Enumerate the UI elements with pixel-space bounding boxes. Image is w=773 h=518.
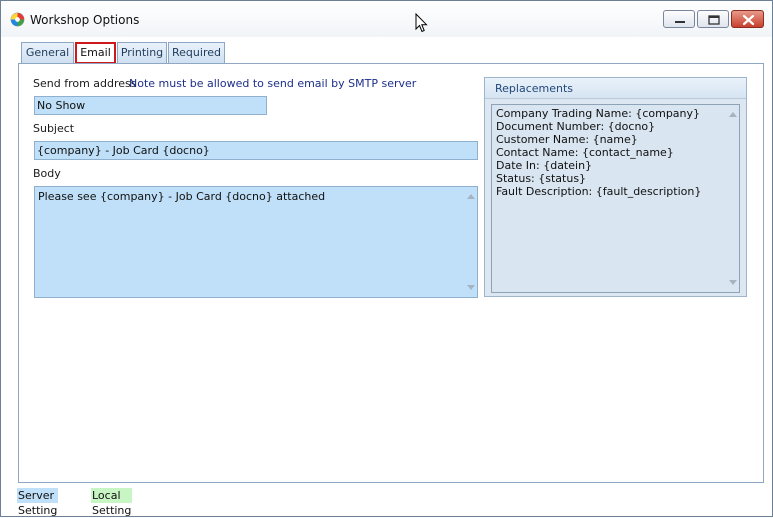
replacements-group: Replacements Company Trading Name: {comp… xyxy=(484,77,747,297)
replacement-line: Fault Description: {fault_description} xyxy=(496,185,702,198)
minimize-icon xyxy=(675,21,685,23)
mouse-cursor-icon xyxy=(415,13,428,33)
replacement-line: Customer Name: {name} xyxy=(496,133,638,146)
close-button[interactable] xyxy=(731,10,764,28)
body-text: Please see {company} - Job Card {docno} … xyxy=(38,190,326,203)
local-setting-legend: Local Setting xyxy=(91,488,133,517)
replacements-title: Replacements xyxy=(495,82,574,95)
app-logo-icon xyxy=(10,12,25,27)
window-title: Workshop Options xyxy=(30,13,140,27)
subject-field[interactable]: {company} - Job Card {docno} xyxy=(34,141,478,160)
replacements-header: Replacements xyxy=(485,78,746,99)
restore-icon xyxy=(708,15,720,25)
tab-printing[interactable]: Printing xyxy=(117,42,167,63)
close-icon xyxy=(742,14,755,26)
replacement-line: Status: {status} xyxy=(496,172,587,185)
subject-label: Subject xyxy=(33,122,75,135)
replacements-list[interactable]: Company Trading Name: {company} Document… xyxy=(491,104,740,293)
title-bar[interactable]: Workshop Options xyxy=(1,1,772,37)
send-from-field[interactable]: No Show xyxy=(34,96,267,115)
tab-general[interactable]: General xyxy=(21,42,74,63)
tab-required[interactable]: Required xyxy=(168,42,225,63)
restore-button[interactable] xyxy=(697,10,729,28)
replacements-scrollbar[interactable] xyxy=(725,105,739,292)
smtp-note: Note must be allowed to send email by SM… xyxy=(129,77,417,90)
send-from-label: Send from address xyxy=(33,77,137,90)
replacement-line: Date In: {datein} xyxy=(496,159,593,172)
body-scrollbar[interactable] xyxy=(463,187,477,297)
workshop-options-window: Workshop Options General Email Printing … xyxy=(0,0,773,517)
tab-email[interactable]: Email xyxy=(75,42,116,64)
scroll-up-icon[interactable] xyxy=(467,194,475,199)
scroll-down-icon[interactable] xyxy=(467,285,475,290)
scroll-up-icon[interactable] xyxy=(729,112,737,117)
replacement-line: Company Trading Name: {company} xyxy=(496,107,701,120)
replacement-line: Contact Name: {contact_name} xyxy=(496,146,674,159)
scroll-down-icon[interactable] xyxy=(729,280,737,285)
body-textarea[interactable]: Please see {company} - Job Card {docno} … xyxy=(34,186,478,298)
replacement-line: Document Number: {docno} xyxy=(496,120,656,133)
minimize-button[interactable] xyxy=(663,10,695,28)
server-setting-legend: Server Setting xyxy=(17,488,59,517)
body-label: Body xyxy=(33,167,61,180)
